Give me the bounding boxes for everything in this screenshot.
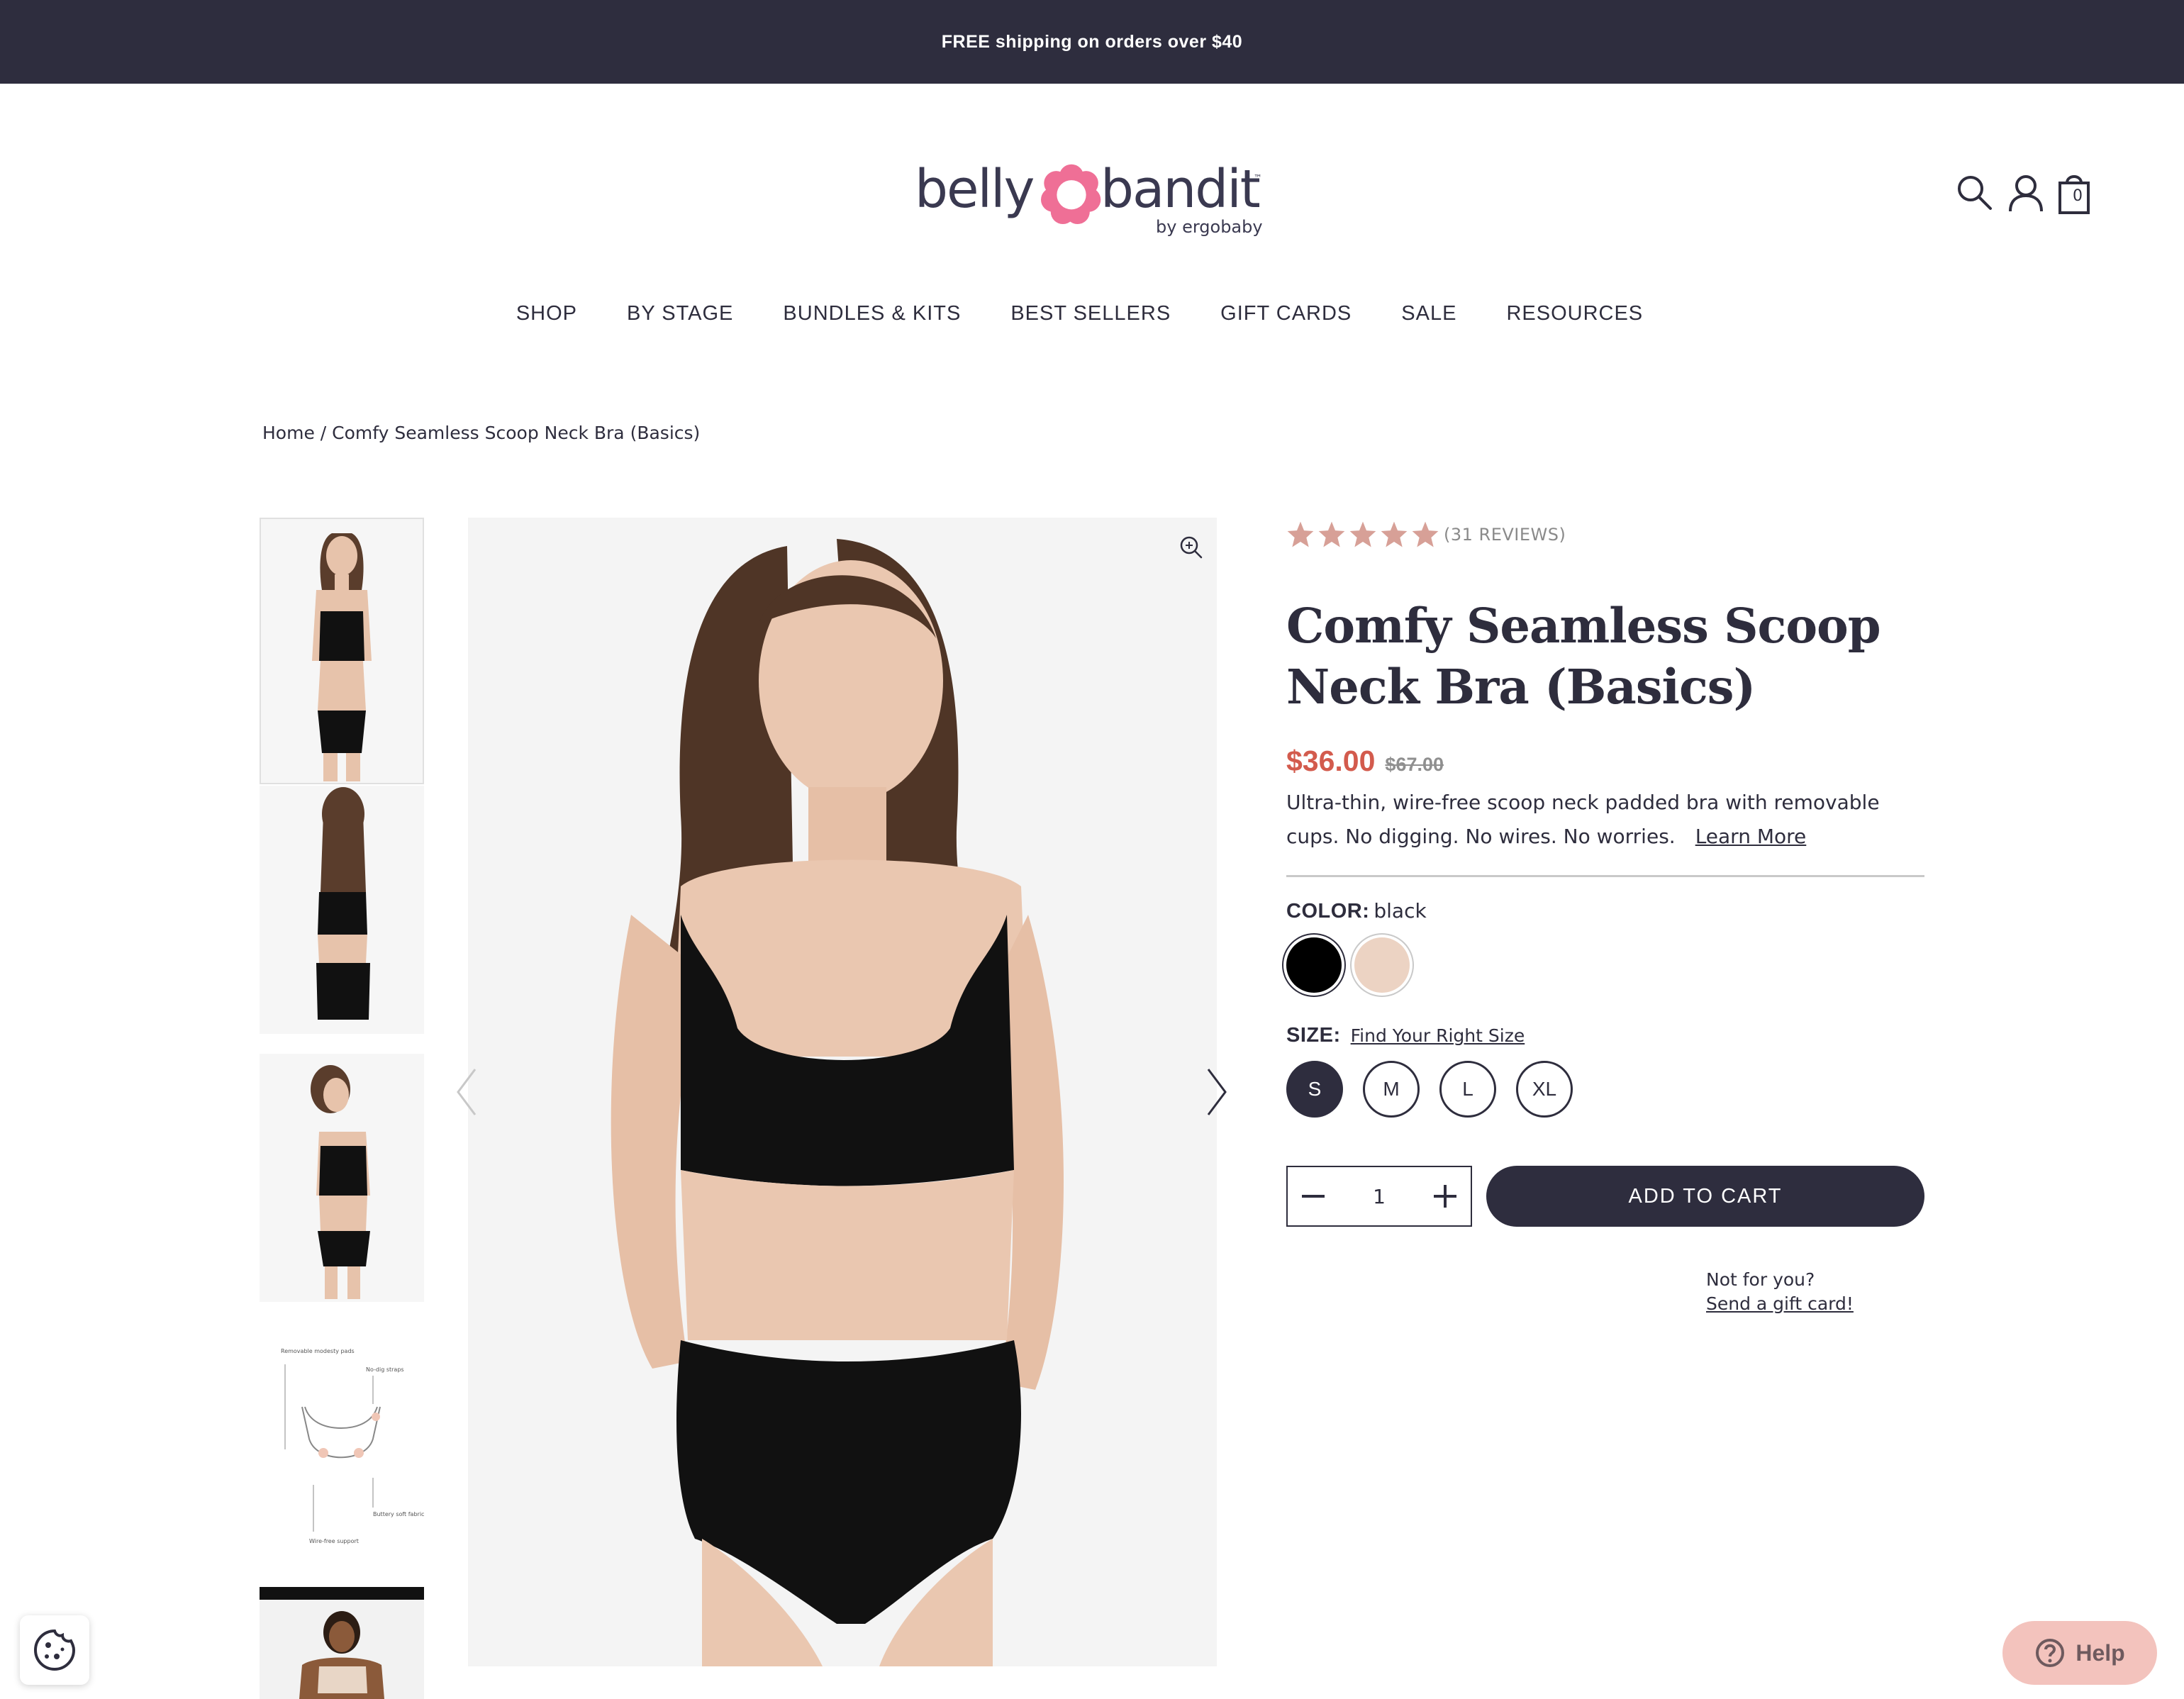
logo-word-belly: belly	[915, 159, 1035, 220]
breadcrumb: Home / Comfy Seamless Scoop Neck Bra (Ba…	[262, 423, 700, 443]
cookie-settings-button[interactable]	[20, 1615, 89, 1685]
thumbnail-video-image	[260, 1587, 424, 1699]
help-label: Help	[2076, 1639, 2125, 1666]
send-gift-card-link[interactable]: Send a gift card!	[1706, 1292, 1854, 1316]
star-icon	[1412, 521, 1439, 547]
nav-item-bundles-kits[interactable]: BUNDLES & KITS	[783, 302, 961, 325]
diagram-label-fabric: Buttery soft fabric	[373, 1511, 424, 1517]
nav-item-gift-cards[interactable]: GIFT CARDS	[1220, 302, 1352, 325]
size-option-xl[interactable]: XL	[1516, 1061, 1573, 1118]
thumbnail-back-image	[260, 786, 424, 1034]
color-swatch-nude[interactable]	[1354, 937, 1410, 993]
star-icon	[1287, 521, 1314, 547]
help-icon	[2036, 1639, 2065, 1667]
sale-price: $36.00	[1286, 745, 1376, 777]
size-option-m[interactable]: M	[1363, 1061, 1420, 1118]
compare-price: $67.00	[1385, 754, 1444, 775]
help-button[interactable]: Help	[2002, 1621, 2157, 1685]
cookie-icon	[33, 1629, 76, 1671]
thumbnail-video[interactable]	[260, 1587, 424, 1699]
main-product-photo	[468, 518, 1217, 1666]
rating-stars[interactable]: (31 REVIEWS)	[1286, 518, 1566, 552]
star-icon	[1349, 521, 1376, 547]
size-label: SIZE:	[1286, 1024, 1341, 1047]
increase-quantity-button[interactable]	[1431, 1182, 1459, 1210]
product-description: Ultra-thin, wire-free scoop neck padded …	[1286, 786, 1924, 854]
diagram-label-pads: Removable modesty pads	[281, 1348, 355, 1354]
main-product-image[interactable]	[468, 518, 1217, 1666]
logo-word-bandit: bandit	[1101, 159, 1261, 220]
star-icon	[1381, 521, 1408, 547]
plus-icon	[1433, 1185, 1456, 1208]
learn-more-link[interactable]: Learn More	[1695, 825, 1807, 848]
account-icon[interactable]	[2005, 170, 2047, 216]
nav-item-resources[interactable]: RESOURCES	[1506, 302, 1643, 325]
diagram-label-wire: Wire-free support	[309, 1538, 359, 1544]
nav-item-shop[interactable]: SHOP	[516, 302, 577, 325]
divider	[1286, 875, 1924, 877]
logo-flower-icon	[1041, 164, 1101, 224]
brand-logo[interactable]: belly bandit ™ by ergobaby	[915, 157, 1269, 243]
size-guide-link[interactable]: Find Your Right Size	[1351, 1025, 1525, 1046]
search-icon[interactable]	[1954, 170, 1996, 216]
thumbnail-front-image	[261, 519, 423, 783]
breadcrumb-current: Comfy Seamless Scoop Neck Bra (Basics)	[332, 423, 701, 443]
color-label: COLOR:	[1286, 900, 1370, 923]
color-value: black	[1374, 899, 1427, 923]
decrease-quantity-button[interactable]	[1299, 1182, 1327, 1210]
gift-prompt-text: Not for you?	[1706, 1269, 1815, 1290]
minus-icon	[1302, 1195, 1325, 1198]
breadcrumb-home-link[interactable]: Home	[262, 423, 315, 443]
color-swatch-black[interactable]	[1286, 937, 1342, 993]
nav-item-by-stage[interactable]: BY STAGE	[627, 302, 733, 325]
announcement-text: FREE shipping on orders over $40	[941, 31, 1243, 52]
thumbnail-diagram[interactable]: Removable modesty pads No-dig straps But…	[260, 1322, 424, 1570]
thumbnail-side[interactable]	[260, 1054, 424, 1302]
gift-card-prompt: Not for you? Send a gift card!	[1706, 1268, 1854, 1316]
thumbnail-front[interactable]	[260, 518, 424, 784]
breadcrumb-separator: /	[314, 423, 333, 443]
thumbnail-side-image	[260, 1054, 424, 1302]
size-option-label: SIZE: Find Your Right Size	[1286, 1024, 1525, 1047]
diagram-label-straps: No-dig straps	[366, 1366, 404, 1373]
quantity-stepper: 1	[1286, 1166, 1472, 1227]
zoom-icon[interactable]	[1177, 533, 1205, 562]
size-option-s[interactable]: S	[1286, 1061, 1343, 1118]
size-option-l[interactable]: L	[1439, 1061, 1496, 1118]
nav-item-sale[interactable]: SALE	[1401, 302, 1456, 325]
thumbnail-back[interactable]	[260, 786, 424, 1034]
add-to-cart-button[interactable]: ADD TO CART	[1486, 1166, 1924, 1227]
logo-tagline: by ergobaby	[1156, 217, 1263, 237]
next-arrow-icon[interactable]	[1203, 1064, 1231, 1120]
announcement-bar: FREE shipping on orders over $40	[0, 0, 2184, 84]
previous-arrow-icon[interactable]	[452, 1064, 481, 1120]
nav-item-best-sellers[interactable]: BEST SELLERS	[1010, 302, 1171, 325]
cart-count-badge: 0	[2073, 187, 2083, 205]
color-option-label: COLOR: black	[1286, 899, 1427, 923]
thumbnail-diagram-image: Removable modesty pads No-dig straps But…	[260, 1322, 424, 1570]
logo-trademark: ™	[1254, 173, 1262, 183]
price-block: $36.00 $67.00	[1286, 745, 1444, 778]
quantity-value[interactable]: 1	[1373, 1185, 1386, 1208]
star-icon	[1318, 521, 1345, 547]
main-navigation: SHOP BY STAGE BUNDLES & KITS BEST SELLER…	[0, 302, 2184, 325]
reviews-count-link[interactable]: (31 REVIEWS)	[1444, 525, 1566, 545]
product-title: Comfy Seamless Scoop Neck Bra (Basics)	[1286, 598, 1881, 715]
